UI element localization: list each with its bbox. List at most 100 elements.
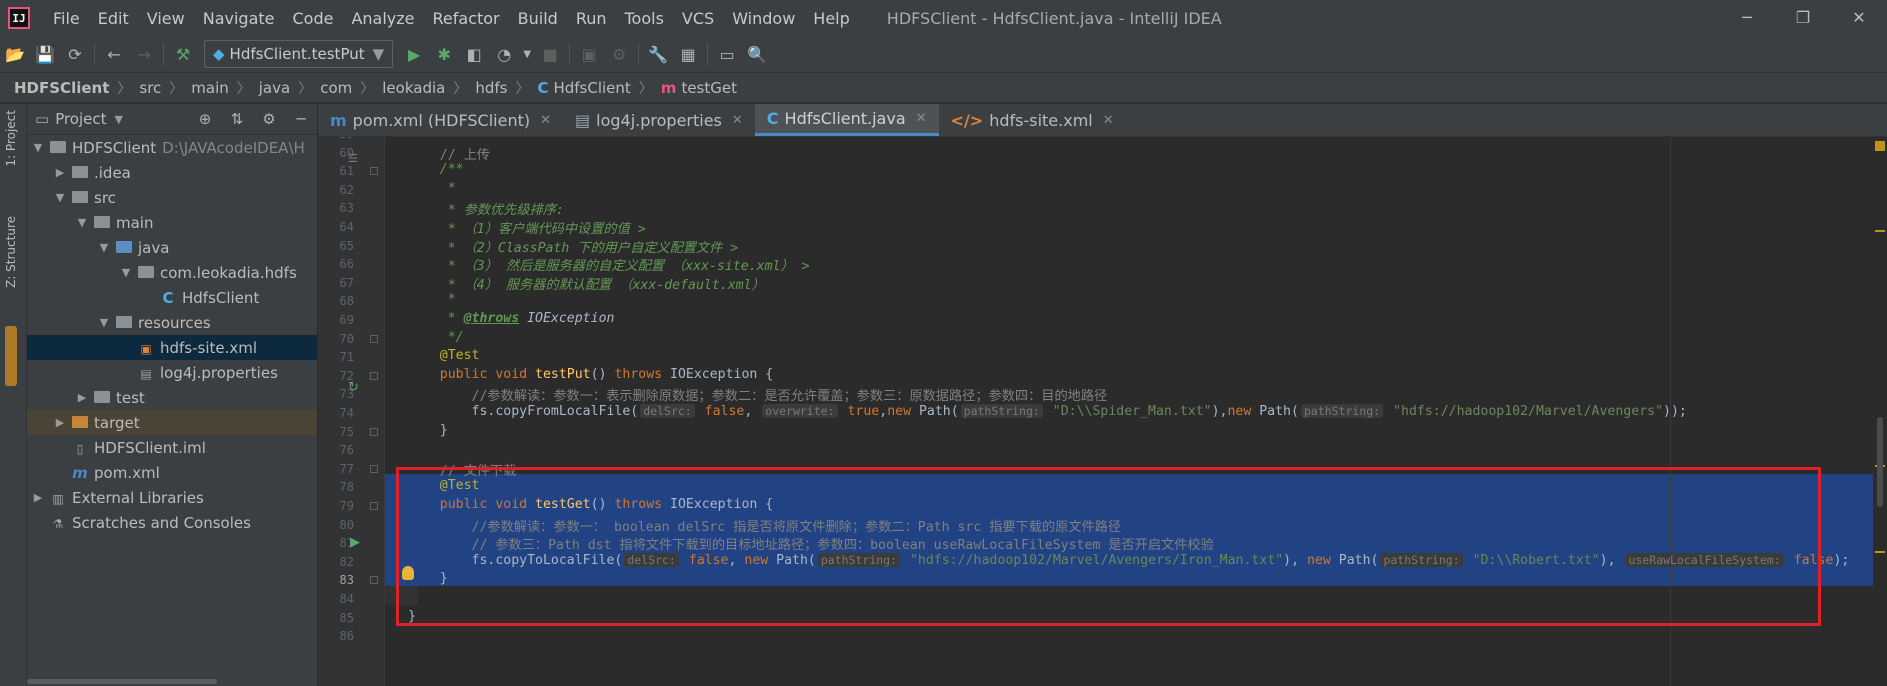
chevron-right-icon[interactable]: ▶ — [31, 491, 45, 504]
run-test-icon[interactable]: ↻ — [348, 380, 359, 395]
warning-status-icon[interactable] — [1875, 141, 1885, 151]
fold-marker-icon[interactable] — [370, 167, 378, 176]
project-structure-icon[interactable]: ▦ — [673, 39, 703, 69]
fold-marker-icon[interactable] — [370, 334, 378, 343]
close-button[interactable]: ✕ — [1831, 0, 1887, 36]
project-horizontal-scrollbar[interactable] — [27, 676, 317, 686]
menu-item-build[interactable]: Build — [509, 9, 567, 28]
run-icon[interactable]: ▶ — [399, 39, 429, 69]
chevron-down-icon[interactable]: ▼ — [97, 316, 111, 329]
code-line[interactable]: * — [384, 292, 456, 311]
editor-tab[interactable]: C HdfsClient.java ✕ — [754, 104, 939, 136]
tree-item[interactable]: ▣ hdfs-site.xml — [27, 335, 317, 360]
settings-wrench-icon[interactable]: 🔧 — [643, 39, 673, 69]
menu-item-refactor[interactable]: Refactor — [424, 9, 509, 28]
code-line[interactable]: public void testPut() throws IOException… — [384, 367, 773, 386]
fold-marker-icon[interactable] — [370, 464, 378, 473]
chevron-right-icon[interactable]: ▶ — [53, 416, 67, 429]
breadcrumb-item[interactable]: HDFSClient — [14, 79, 109, 97]
tree-item[interactable]: m pom.xml — [27, 460, 317, 485]
chevron-right-icon[interactable]: ▶ — [53, 166, 67, 179]
code-line[interactable]: */ — [384, 330, 464, 349]
fold-marker-icon[interactable] — [370, 427, 378, 436]
code-line[interactable] — [384, 441, 408, 460]
scrollbar-thumb[interactable] — [27, 679, 217, 684]
terminal-icon[interactable]: ▭ — [712, 39, 742, 69]
editor-vertical-scrollbar[interactable] — [1873, 137, 1887, 686]
coverage-icon[interactable]: ◧ — [459, 39, 489, 69]
menu-item-help[interactable]: Help — [804, 9, 858, 28]
tree-item[interactable]: ▼ resources — [27, 310, 317, 335]
menu-item-navigate[interactable]: Navigate — [194, 9, 284, 28]
chevron-down-icon[interactable]: ▼ — [75, 216, 89, 229]
close-icon[interactable]: ✕ — [1103, 113, 1114, 128]
menu-item-code[interactable]: Code — [284, 9, 343, 28]
tree-item[interactable]: ▶ .idea — [27, 160, 317, 185]
tree-item[interactable]: ▶ target — [27, 410, 317, 435]
project-tool-tab[interactable]: 1: Project — [4, 110, 18, 167]
tree-item[interactable]: ▯ HDFSClient.iml — [27, 435, 317, 460]
run-test-icon[interactable]: ▶ — [350, 535, 360, 550]
tree-item[interactable]: ▶ ▥ External Libraries — [27, 485, 317, 510]
minimize-button[interactable]: ─ — [1719, 0, 1775, 36]
profile-dropdown-icon[interactable]: ▼ — [519, 39, 535, 69]
open-folder-icon[interactable]: 📂 — [0, 39, 30, 69]
stop-icon[interactable]: ■ — [535, 39, 565, 69]
editor-tab[interactable]: </> hdfs-site.xml ✕ — [939, 104, 1126, 136]
chevron-down-icon[interactable]: ▼ — [53, 191, 67, 204]
code-line[interactable]: @Test — [384, 348, 480, 367]
code-line[interactable]: // 上传 — [384, 144, 490, 163]
menu-item-run[interactable]: Run — [567, 9, 616, 28]
code-line[interactable]: * @throws IOException — [384, 311, 615, 330]
back-icon[interactable]: ← — [99, 39, 129, 69]
warning-marker[interactable] — [1875, 551, 1885, 553]
code-line[interactable]: * （4） 服务器的默认配置 （xxx-default.xml） — [384, 274, 765, 293]
code-line[interactable]: fs.copyFromLocalFile(delSrc: false, over… — [384, 404, 1687, 423]
tree-item[interactable]: ▼ src — [27, 185, 317, 210]
debug-icon[interactable]: ✱ — [429, 39, 459, 69]
code-line[interactable]: * （1）客户端代码中设置的值 > — [384, 218, 646, 237]
project-panel-title[interactable]: Project — [55, 110, 106, 128]
documentation-icon[interactable]: ☰ — [348, 152, 358, 165]
code-line[interactable]: //参数解读：参数一：表示删除原数据；参数二：是否允许覆盖；参数三：原数据路径；… — [384, 385, 1108, 404]
code-line[interactable]: } — [384, 423, 448, 442]
collapse-all-icon[interactable]: ⇅ — [221, 110, 253, 128]
maximize-button[interactable]: ❐ — [1775, 0, 1831, 36]
breadcrumb-item[interactable]: src — [139, 79, 161, 97]
breadcrumb-item[interactable]: com — [320, 79, 352, 97]
code-line[interactable]: * （3） 然后是服务器的自定义配置 （xxx-site.xml） > — [384, 255, 810, 274]
breadcrumb-item[interactable]: testGet — [681, 79, 737, 97]
tasks-icon[interactable]: ⚙ — [604, 39, 634, 69]
tree-item[interactable]: ▼ java — [27, 235, 317, 260]
tree-item[interactable]: ▼ HDFSClient D:\JAVAcodeIDEA\H — [27, 135, 317, 160]
code-line[interactable]: * — [384, 181, 456, 200]
tree-item[interactable]: ▶ test — [27, 385, 317, 410]
close-icon[interactable]: ✕ — [916, 111, 927, 126]
tree-item[interactable]: ▤ log4j.properties — [27, 360, 317, 385]
breadcrumb-item[interactable]: hdfs — [475, 79, 507, 97]
menu-item-file[interactable]: File — [44, 9, 89, 28]
tree-item[interactable]: ▼ com.leokadia.hdfs — [27, 260, 317, 285]
code-line[interactable]: * （2）ClassPath 下的用户自定义配置文件 > — [384, 237, 739, 256]
save-all-icon[interactable]: 💾 — [30, 39, 60, 69]
breadcrumb-item[interactable]: main — [191, 79, 228, 97]
chevron-down-icon[interactable]: ▼ — [119, 266, 133, 279]
attach-icon[interactable]: ▣ — [574, 39, 604, 69]
search-icon[interactable]: 🔍 — [742, 39, 772, 69]
sync-icon[interactable]: ⟳ — [60, 39, 90, 69]
scrollbar-thumb[interactable] — [1877, 417, 1883, 507]
menu-item-edit[interactable]: Edit — [89, 9, 138, 28]
menu-item-view[interactable]: View — [138, 9, 194, 28]
build-hammer-icon[interactable]: ⚒ — [168, 39, 198, 69]
forward-icon[interactable]: → — [129, 39, 159, 69]
fold-marker-icon[interactable] — [370, 502, 378, 510]
tree-item[interactable]: C HdfsClient — [27, 285, 317, 310]
profile-icon[interactable]: ◔ — [489, 39, 519, 69]
code-line[interactable] — [384, 627, 408, 646]
chevron-down-icon[interactable]: ▼ — [31, 141, 45, 154]
fold-marker-icon[interactable] — [370, 576, 378, 585]
hide-panel-icon[interactable]: ─ — [285, 110, 317, 128]
locate-icon[interactable]: ⊕ — [189, 110, 221, 128]
warning-marker[interactable] — [1875, 230, 1885, 232]
close-icon[interactable]: ✕ — [540, 113, 551, 128]
